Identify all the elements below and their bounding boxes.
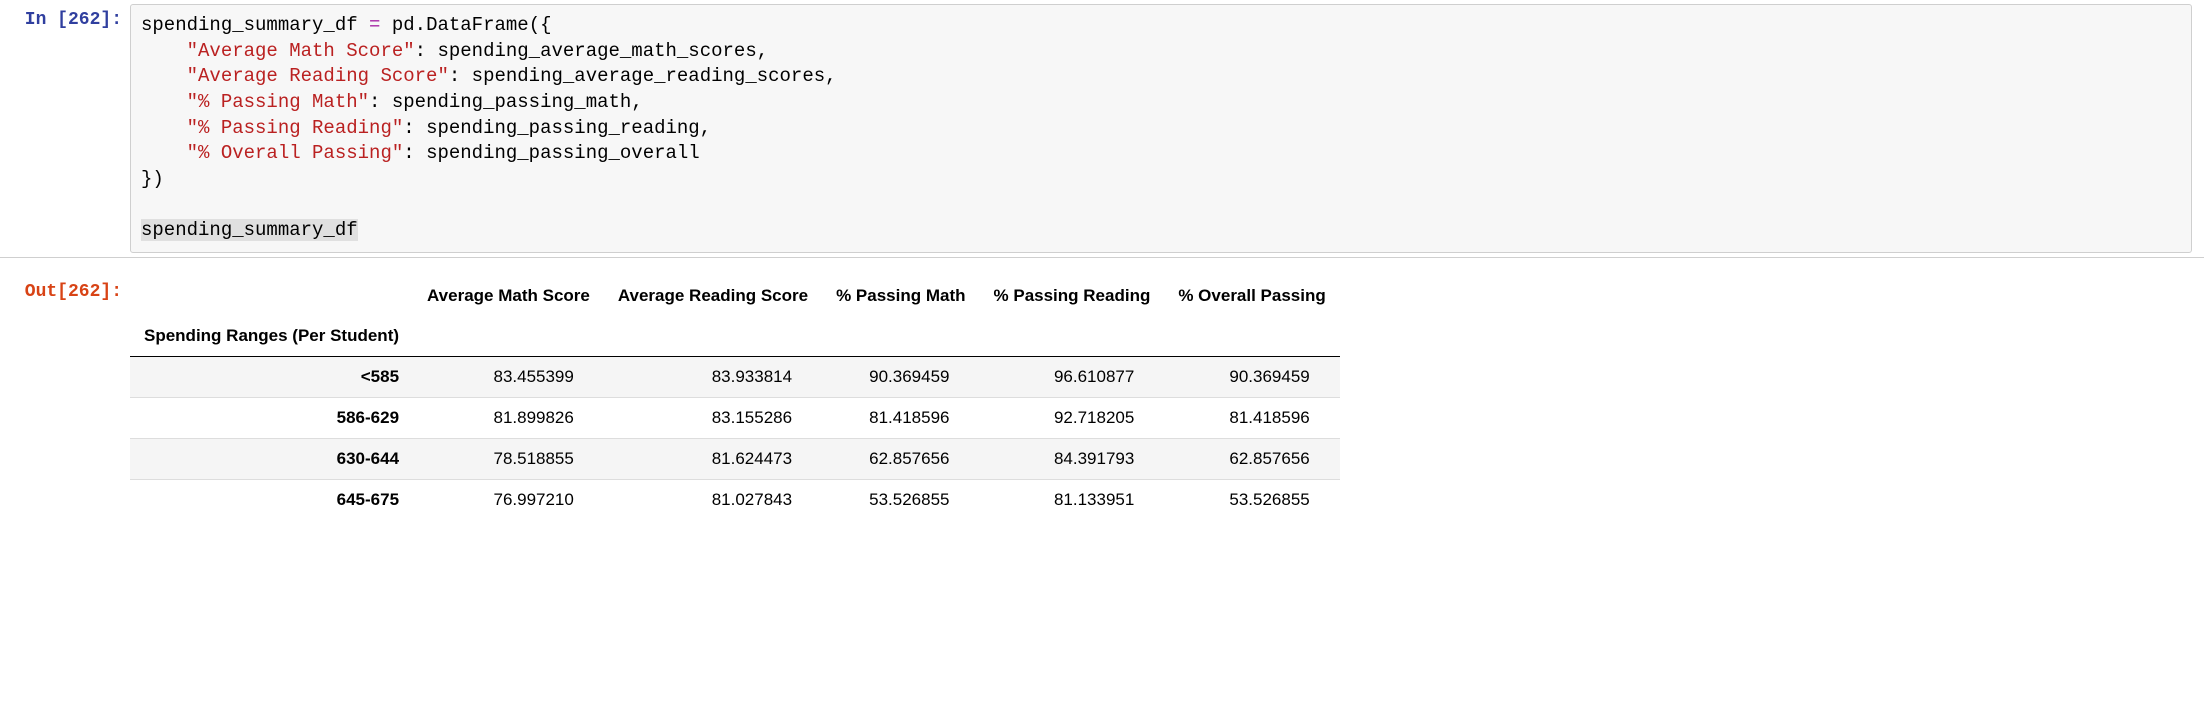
index-name-row: Spending Ranges (Per Student) [130, 316, 1340, 357]
cell: 53.526855 [1164, 479, 1339, 520]
cell: 83.933814 [604, 356, 822, 397]
table-row: 630-644 78.518855 81.624473 62.857656 84… [130, 438, 1340, 479]
cell: 92.718205 [980, 397, 1165, 438]
column-header-row: Average Math Score Average Reading Score… [130, 276, 1340, 316]
row-index: 586-629 [130, 397, 413, 438]
table-row: <585 83.455399 83.933814 90.369459 96.61… [130, 356, 1340, 397]
code-input[interactable]: spending_summary_df = pd.DataFrame({ "Av… [130, 4, 2192, 253]
cell: 90.369459 [822, 356, 979, 397]
cell: 81.418596 [822, 397, 979, 438]
col-header: % Passing Math [822, 276, 979, 316]
table-row: 645-675 76.997210 81.027843 53.526855 81… [130, 479, 1340, 520]
out-label: Out [25, 282, 57, 302]
out-exec-count: 262 [68, 282, 100, 302]
cell: 62.857656 [822, 438, 979, 479]
cell: 53.526855 [822, 479, 979, 520]
blank-header [130, 276, 413, 316]
cell: 76.997210 [413, 479, 604, 520]
cell: 81.027843 [604, 479, 822, 520]
output-row: Out[262]: Average Math Score Average Rea… [0, 258, 2204, 528]
row-index: <585 [130, 356, 413, 397]
cell: 78.518855 [413, 438, 604, 479]
col-header: % Overall Passing [1164, 276, 1339, 316]
cell: 81.418596 [1164, 397, 1339, 438]
col-header: Average Reading Score [604, 276, 822, 316]
input-prompt: In [262]: [0, 4, 130, 253]
row-index: 645-675 [130, 479, 413, 520]
output-content: Average Math Score Average Reading Score… [130, 276, 2204, 528]
dataframe-table: Average Math Score Average Reading Score… [130, 276, 1340, 520]
cell: 81.899826 [413, 397, 604, 438]
cell: 96.610877 [980, 356, 1165, 397]
table-row: 586-629 81.899826 83.155286 81.418596 92… [130, 397, 1340, 438]
index-name: Spending Ranges (Per Student) [130, 316, 413, 357]
col-header: % Passing Reading [980, 276, 1165, 316]
in-exec-count: 262 [68, 10, 100, 30]
notebook-cell: In [262]: spending_summary_df = pd.DataF… [0, 0, 2204, 258]
cell: 83.455399 [413, 356, 604, 397]
output-prompt: Out[262]: [0, 276, 130, 528]
cell: 62.857656 [1164, 438, 1339, 479]
in-label: In [25, 10, 57, 30]
cell: 81.133951 [980, 479, 1165, 520]
cell: 84.391793 [980, 438, 1165, 479]
cell: 83.155286 [604, 397, 822, 438]
cell-content: spending_summary_df = pd.DataFrame({ "Av… [130, 4, 2204, 253]
cell: 81.624473 [604, 438, 822, 479]
row-index: 630-644 [130, 438, 413, 479]
cell: 90.369459 [1164, 356, 1339, 397]
col-header: Average Math Score [413, 276, 604, 316]
